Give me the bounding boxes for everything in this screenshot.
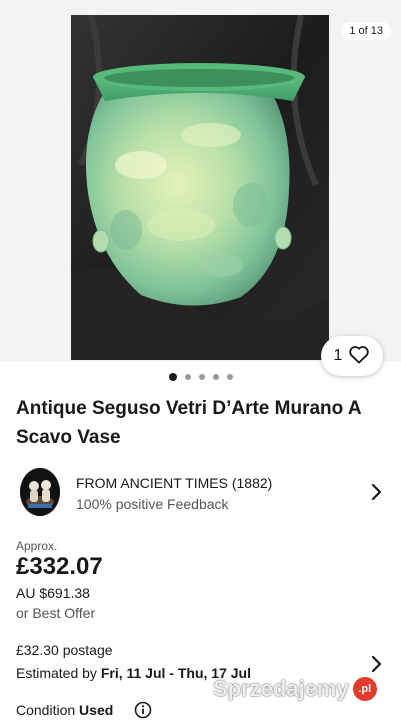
like-count: 1 xyxy=(333,347,343,364)
pagination-dot[interactable] xyxy=(212,374,219,380)
condition-label: Condition xyxy=(16,702,76,718)
pagination-dot[interactable] xyxy=(226,374,233,380)
condition-value: Used xyxy=(79,702,114,718)
item-condition: Condition Used xyxy=(16,702,113,718)
watch-button[interactable]: 1 xyxy=(321,336,383,376)
price: £332.07 xyxy=(16,553,103,580)
seller-avatar xyxy=(20,468,60,516)
seller-card[interactable]: FROM ANCIENT TIMES (1882) 100% positive … xyxy=(16,465,386,519)
chevron-right-icon[interactable] xyxy=(369,483,383,506)
seller-name: FROM ANCIENT TIMES (1882) xyxy=(76,475,273,491)
watermark: Sprzedajemy .pl xyxy=(213,672,377,706)
estimate-prefix: Estimated by xyxy=(16,665,101,681)
pagination-dot[interactable] xyxy=(198,374,205,380)
product-photo[interactable] xyxy=(71,15,329,360)
info-icon[interactable] xyxy=(134,701,152,720)
vase-illustration xyxy=(71,15,329,360)
best-offer-text: or Best Offer xyxy=(16,605,96,621)
pagination-dot[interactable] xyxy=(184,374,191,380)
seller-feedback: 100% positive Feedback xyxy=(76,496,229,512)
watermark-text: Sprzedajemy xyxy=(213,676,349,701)
approx-label: Approx. xyxy=(16,539,58,553)
image-gallery[interactable]: 1 of 13 1 xyxy=(0,0,401,376)
gallery-pagination xyxy=(0,373,401,381)
heart-icon xyxy=(348,344,370,369)
image-counter: 1 of 13 xyxy=(341,22,391,40)
listing-page: 1 of 13 1 Antique Seguso Vetri D’Arte Mu… xyxy=(0,0,401,720)
watermark-badge: .pl xyxy=(352,677,377,701)
postage-cost: £32.30 postage xyxy=(16,642,113,658)
pagination-dot[interactable] xyxy=(168,373,177,381)
listing-title: Antique Seguso Vetri D’Arte Murano A Sca… xyxy=(16,398,361,448)
alternate-price: AU $691.38 xyxy=(16,585,90,601)
